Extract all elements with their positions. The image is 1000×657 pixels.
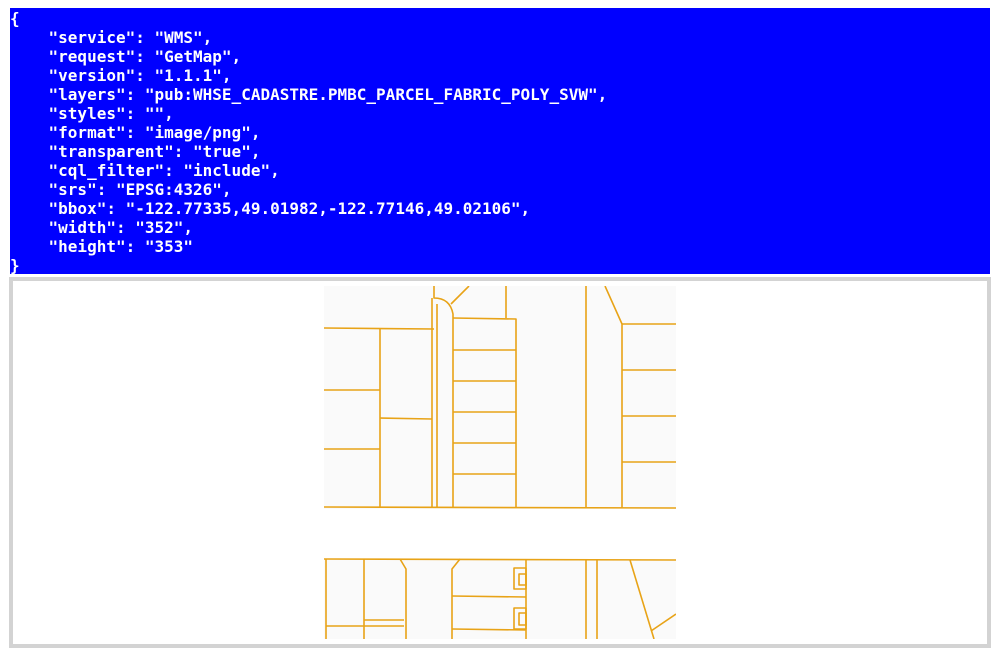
json-line-format: "format": "image/png",	[10, 123, 261, 142]
request-params-panel: { "service": "WMS", "request": "GetMap",…	[10, 8, 990, 274]
json-line-styles: "styles": "",	[10, 104, 174, 123]
json-line-bbox: "bbox": "-122.77335,49.01982,-122.77146,…	[10, 199, 531, 218]
json-line-service: "service": "WMS",	[10, 28, 213, 47]
json-line-transparent: "transparent": "true",	[10, 142, 261, 161]
json-line-layers: "layers": "pub:WHSE_CADASTRE.PMBC_PARCEL…	[10, 85, 608, 104]
map-frame	[9, 277, 991, 648]
json-line-version: "version": "1.1.1",	[10, 66, 232, 85]
json-line-request: "request": "GetMap",	[10, 47, 242, 66]
wms-map-image	[324, 286, 676, 639]
json-line-srs: "srs": "EPSG:4326",	[10, 180, 232, 199]
json-open-brace: {	[10, 9, 20, 28]
json-close-brace: }	[10, 256, 20, 274]
json-line-height: "height": "353"	[10, 237, 194, 256]
json-line-width: "width": "352",	[10, 218, 194, 237]
json-line-cql-filter: "cql_filter": "include",	[10, 161, 280, 180]
